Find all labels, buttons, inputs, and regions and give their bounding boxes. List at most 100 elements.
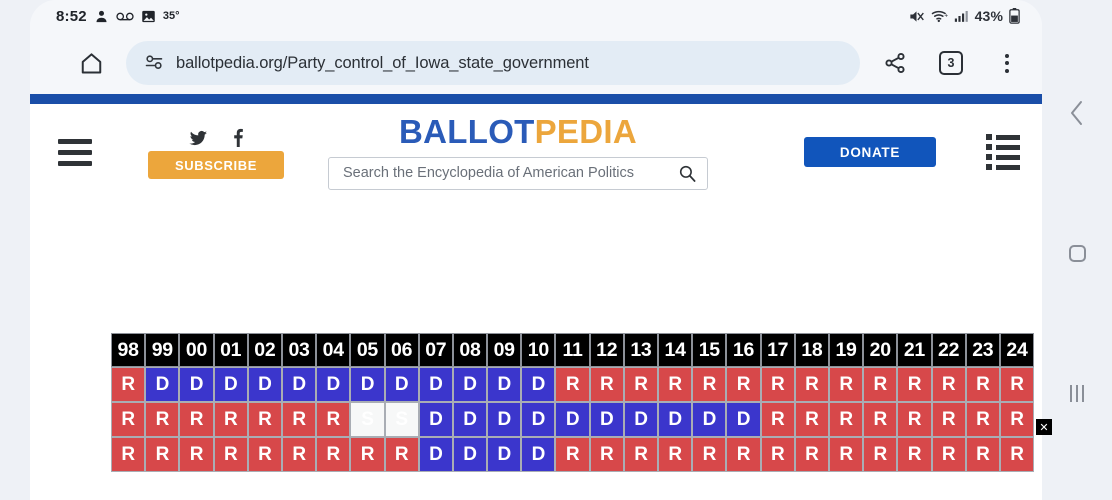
back-button[interactable] <box>1042 98 1112 128</box>
hamburger-line <box>58 138 92 144</box>
year-header-cell: 13 <box>623 333 658 367</box>
party-cell: R <box>623 367 658 402</box>
facebook-icon[interactable] <box>232 128 244 147</box>
year-header-cell: 01 <box>213 333 248 367</box>
party-cell: R <box>281 437 317 472</box>
year-header-cell: 17 <box>760 333 795 367</box>
year-header-cell: 04 <box>316 333 351 367</box>
donate-button[interactable]: DONATE <box>804 137 936 167</box>
party-cell: R <box>145 437 180 472</box>
list-row <box>986 144 1020 150</box>
list-row <box>986 164 1020 170</box>
signal-icon <box>954 9 969 23</box>
party-cell: R <box>316 402 351 437</box>
party-cell: R <box>999 437 1035 472</box>
home-square-icon <box>1068 244 1086 262</box>
party-cell: D <box>589 402 624 437</box>
party-cell: R <box>965 437 1000 472</box>
temperature-label: 35° <box>162 10 180 22</box>
year-header-cell: 24 <box>999 333 1035 367</box>
party-cell: R <box>179 437 214 472</box>
logo-part-pedia: PEDIA <box>534 112 637 150</box>
party-cell: R <box>794 367 829 402</box>
party-cell: D <box>452 402 488 437</box>
party-cell: R <box>589 367 624 402</box>
search-icon[interactable] <box>678 164 697 183</box>
url-text[interactable]: ballotpedia.org/Party_control_of_Iowa_st… <box>176 54 589 73</box>
site-menu-button[interactable] <box>58 138 92 166</box>
party-cell: D <box>521 402 556 437</box>
party-cell: R <box>999 367 1035 402</box>
logo-part-ballot: BALLOT <box>399 112 535 150</box>
party-cell: R <box>589 437 624 472</box>
party-cell: R <box>760 367 795 402</box>
site-header: SUBSCRIBE BALLOTPEDIA Search the Encyclo… <box>30 104 1042 200</box>
site-brand-and-search: BALLOTPEDIA Search the Encyclopedia of A… <box>284 115 752 190</box>
party-cell: R <box>111 367 146 402</box>
phone-viewport: 8:52 35° + 43% ballotpedia.org/Party_con… <box>30 0 1042 500</box>
year-header-cell: 02 <box>247 333 282 367</box>
party-cell: D <box>452 367 488 402</box>
year-header-cell: 00 <box>179 333 214 367</box>
party-cell: D <box>487 402 522 437</box>
site-settings-icon[interactable] <box>144 53 164 73</box>
subscribe-button[interactable]: SUBSCRIBE <box>148 151 284 179</box>
year-header-cell: 16 <box>726 333 761 367</box>
page-index-button[interactable] <box>986 134 1020 170</box>
party-cell: D <box>487 367 522 402</box>
status-bar: 8:52 35° + 43% <box>30 0 1042 32</box>
year-header-cell: 12 <box>589 333 624 367</box>
recents-button[interactable] <box>1042 378 1112 408</box>
party-cell: R <box>794 402 829 437</box>
home-button[interactable] <box>1042 238 1112 268</box>
kebab-menu-icon <box>1005 53 1009 73</box>
party-cell: R <box>692 437 727 472</box>
party-cell: R <box>828 367 864 402</box>
party-cell: R <box>281 402 317 437</box>
party-cell: R <box>828 402 864 437</box>
site-search-box[interactable]: Search the Encyclopedia of American Poli… <box>328 156 708 190</box>
party-cell: D <box>555 402 590 437</box>
party-cell: D <box>521 367 556 402</box>
party-cell: D <box>418 367 453 402</box>
ballotpedia-logo[interactable]: BALLOTPEDIA <box>399 115 637 148</box>
party-cell: R <box>965 402 1000 437</box>
party-cell: R <box>623 437 658 472</box>
status-bar-left: 8:52 35° <box>56 8 179 25</box>
party-cell: R <box>863 367 898 402</box>
site-top-bar <box>30 94 1042 104</box>
status-bar-right: + 43% <box>908 8 1020 24</box>
table-row: RRRRRRRRRDDDDRRRRRRRRRRRRRR <box>111 437 1035 472</box>
tab-switcher-button[interactable]: 3 <box>930 42 972 84</box>
table-row: RRRRRRRSSDDDDDDDDDDRRRRRRRR <box>111 402 1035 437</box>
battery-percent: 43% <box>974 8 1003 24</box>
party-cell: R <box>555 367 590 402</box>
home-button[interactable] <box>70 42 112 84</box>
party-cell: R <box>555 437 590 472</box>
party-cell: R <box>179 402 214 437</box>
social-and-subscribe: SUBSCRIBE <box>148 125 284 179</box>
twitter-icon[interactable] <box>188 130 208 147</box>
party-cell: R <box>897 402 932 437</box>
party-cell: R <box>213 402 248 437</box>
year-header-cell: 14 <box>658 333 693 367</box>
party-cell: R <box>794 437 829 472</box>
ad-close-button[interactable]: ✕ <box>1036 419 1052 435</box>
party-cell: R <box>658 437 693 472</box>
year-header-cell: 11 <box>555 333 590 367</box>
android-navigation-bar <box>1042 0 1112 500</box>
year-header-cell: 06 <box>384 333 419 367</box>
party-cell: D <box>281 367 317 402</box>
share-button[interactable] <box>874 42 916 84</box>
party-cell: R <box>350 437 385 472</box>
left-gutter <box>0 0 30 500</box>
party-cell: D <box>418 437 453 472</box>
party-cell: R <box>316 437 351 472</box>
list-row <box>986 134 1020 140</box>
address-bar[interactable]: ballotpedia.org/Party_control_of_Iowa_st… <box>126 41 860 85</box>
browser-menu-button[interactable] <box>986 42 1028 84</box>
party-cell: R <box>111 437 146 472</box>
browser-toolbar: ballotpedia.org/Party_control_of_Iowa_st… <box>30 32 1042 94</box>
party-cell: R <box>931 437 966 472</box>
party-control-grid: 98 99 00 01 02 03 04 05 06 07 08 09 10 11 12 13 14 15 16 17… <box>111 333 1035 472</box>
